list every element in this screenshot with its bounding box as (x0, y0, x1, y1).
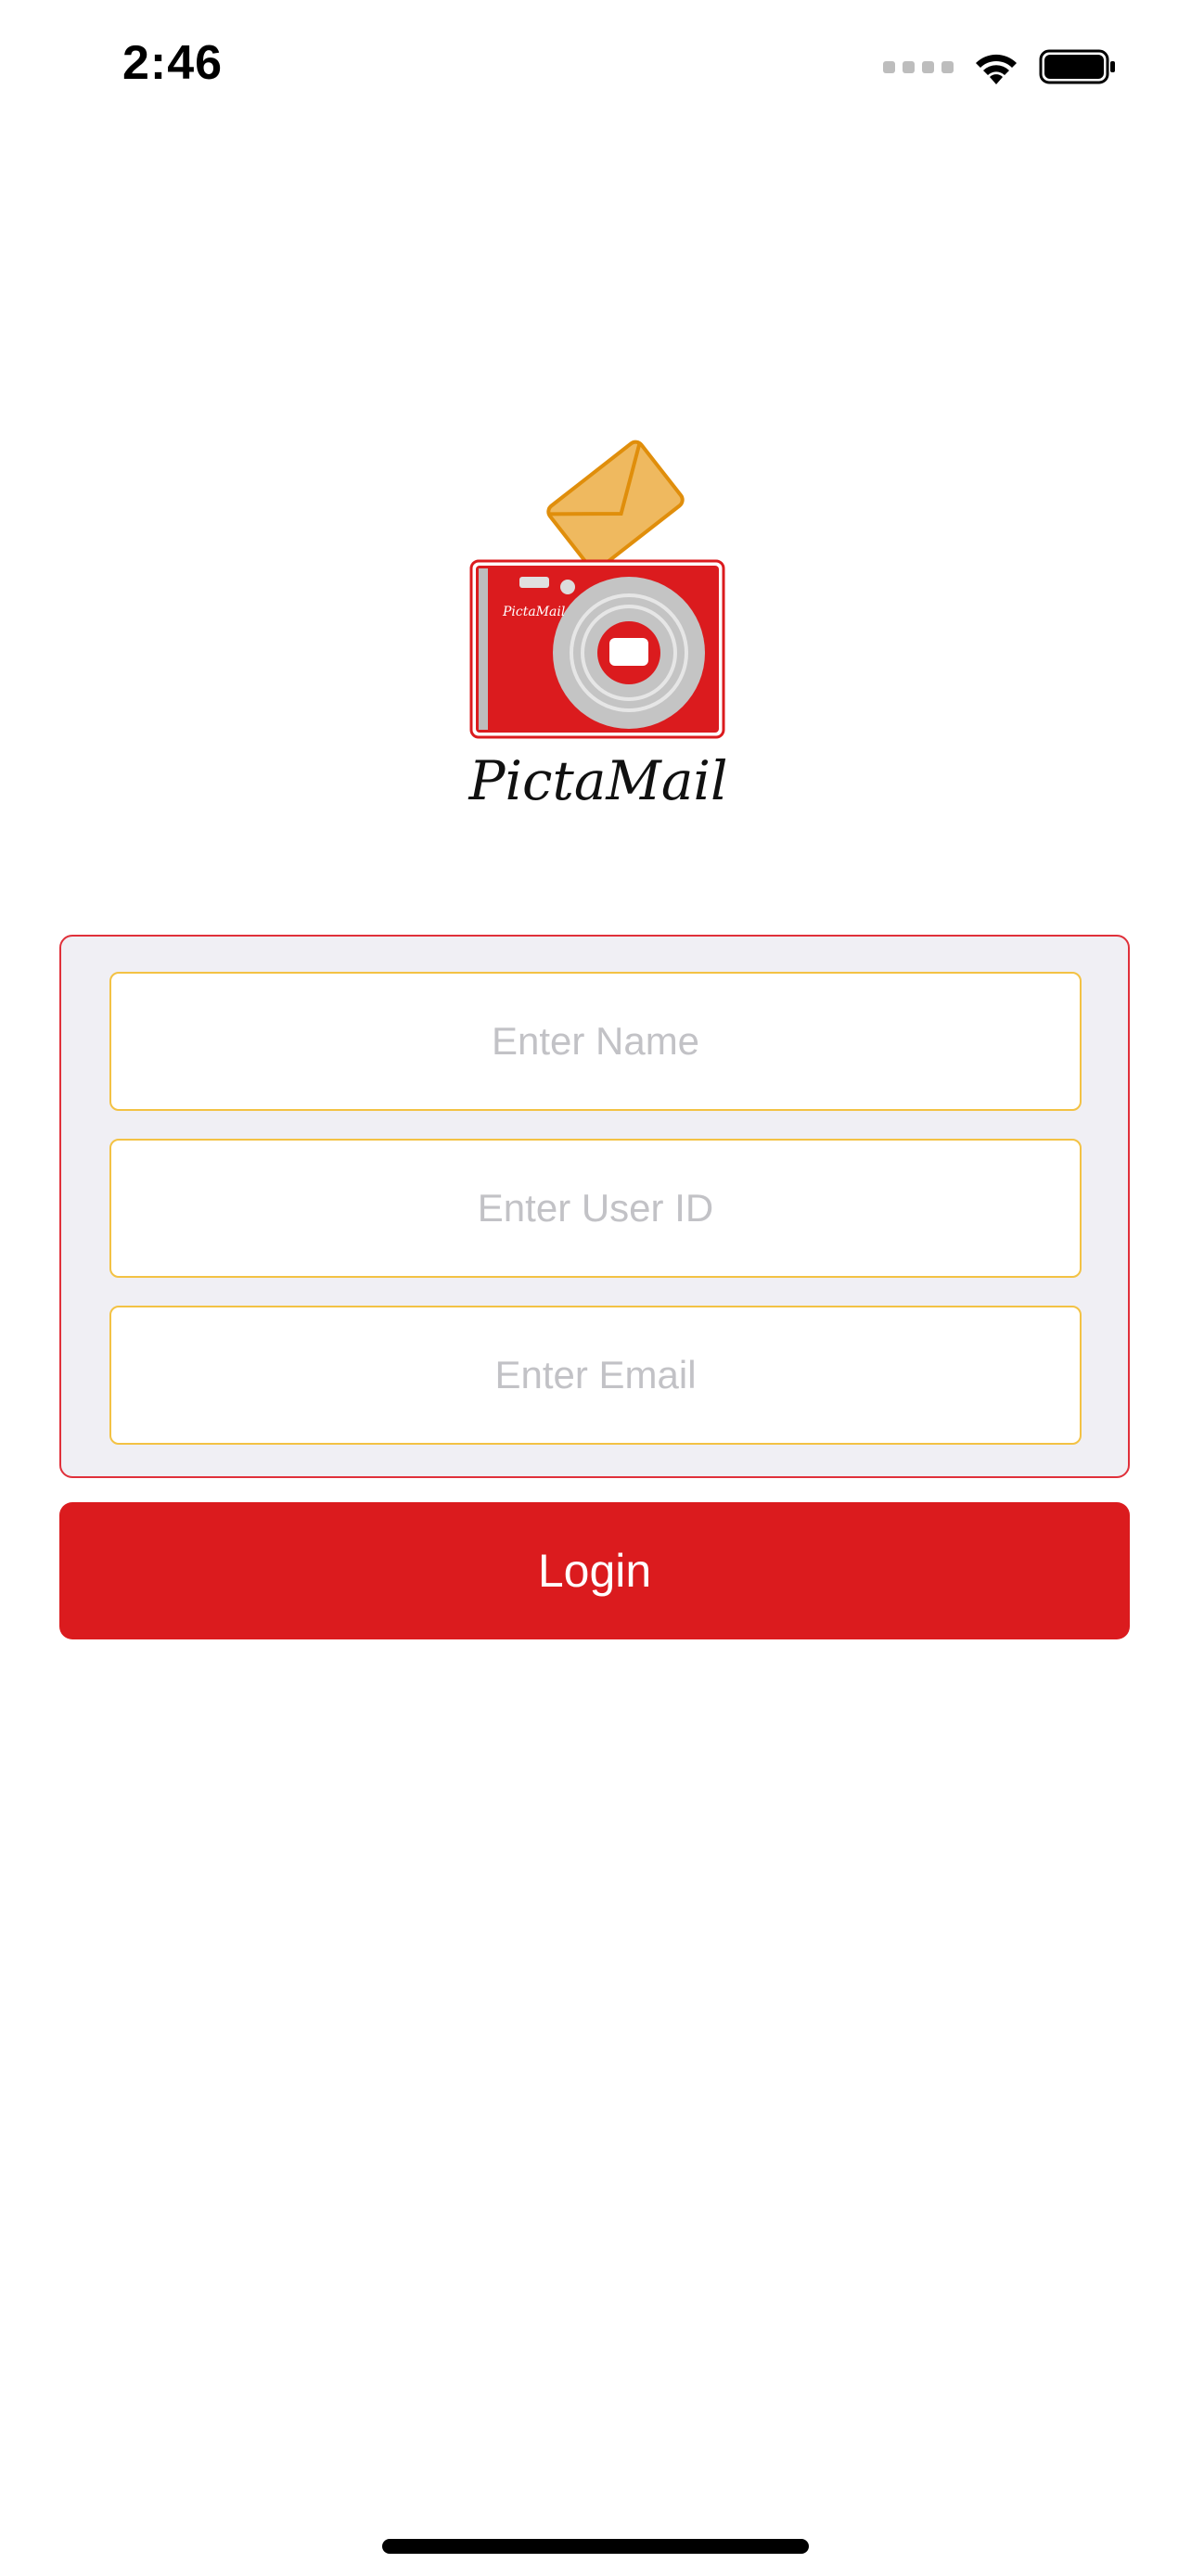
wifi-icon (976, 54, 1017, 84)
app-logo: PictaMail PictaMail (464, 417, 733, 816)
email-input[interactable] (111, 1307, 1080, 1444)
camera-brand-label: PictaMail (502, 605, 565, 619)
name-input[interactable] (111, 973, 1080, 1110)
battery-icon (1039, 49, 1115, 84)
login-form-card (59, 935, 1130, 1478)
camera-icon: PictaMail (469, 559, 725, 739)
envelope-icon (546, 440, 685, 572)
signal-dots-icon (883, 60, 954, 73)
home-indicator[interactable] (382, 2539, 809, 2554)
status-bar: 2:46 (0, 0, 1191, 139)
login-button[interactable]: Login (59, 1502, 1130, 1639)
status-time: 2:46 (122, 36, 224, 90)
name-field (109, 972, 1082, 1111)
email-field (109, 1306, 1082, 1445)
status-icons (883, 45, 1117, 89)
user-id-field (109, 1139, 1082, 1278)
brand-name: PictaMail (467, 749, 727, 812)
user-id-input[interactable] (111, 1140, 1080, 1277)
